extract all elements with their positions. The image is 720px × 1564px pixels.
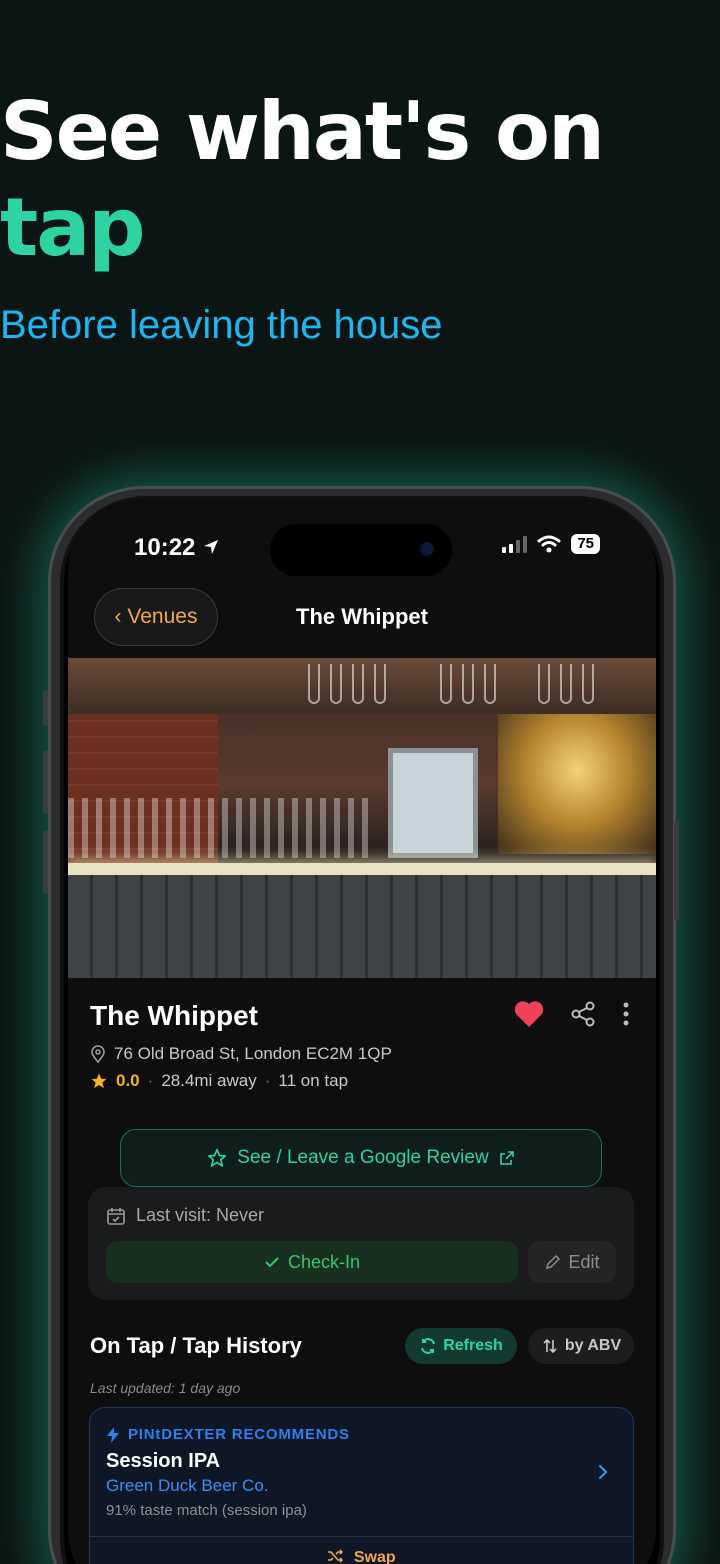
- last-visit: Last visit: Never: [106, 1205, 264, 1226]
- status-time: 10:22: [134, 534, 195, 562]
- divider: [90, 1536, 633, 1537]
- location-pin-icon: [91, 1045, 105, 1063]
- headline-accent: tap: [0, 181, 146, 274]
- status-indicators: 75: [502, 534, 600, 554]
- action-button: [43, 690, 48, 726]
- visit-card: Last visit: Never Check-In Edit: [88, 1187, 634, 1300]
- status-bar: 10:22 75: [68, 500, 656, 590]
- venue-rating: 0.0: [116, 1071, 140, 1090]
- venue-actions: [514, 1000, 630, 1028]
- swap-label: Swap: [353, 1549, 396, 1564]
- meta-separator: ·: [147, 1071, 154, 1090]
- time-text: 10:22: [134, 534, 196, 561]
- shuffle-icon: [328, 1549, 344, 1563]
- venue-address: 76 Old Broad St, London EC2M 1QP: [90, 1044, 392, 1064]
- share-icon[interactable]: [570, 1001, 596, 1027]
- meta-separator: ·: [264, 1071, 271, 1090]
- venue-meta: 0.0 · 28.4mi away · 11 on tap: [90, 1071, 348, 1091]
- promo-subheadline: Before leaving the house: [0, 303, 443, 347]
- last-updated: Last updated: 1 day ago: [90, 1380, 241, 1396]
- location-arrow-icon: [204, 540, 218, 554]
- calendar-icon: [107, 1207, 125, 1225]
- taste-match: 91% taste match (session ipa): [106, 1502, 307, 1519]
- bolt-icon: [107, 1426, 119, 1443]
- star-outline-icon: [208, 1148, 227, 1167]
- recommendation-label-text: PINtDEXTER RECOMMENDS: [128, 1426, 350, 1443]
- on-tap-section-title: On Tap / Tap History: [90, 1333, 302, 1358]
- pencil-icon: [546, 1254, 561, 1270]
- brewery-link[interactable]: Green Duck Beer Co.: [106, 1476, 269, 1496]
- sort-icon: [543, 1338, 557, 1354]
- recommendation-card[interactable]: PINtDEXTER RECOMMENDS Session IPA Green …: [89, 1407, 634, 1564]
- wifi-icon: [537, 535, 561, 553]
- volume-down-button: [43, 830, 48, 894]
- sort-label: by ABV: [564, 1337, 622, 1354]
- venue-name: The Whippet: [90, 1000, 258, 1031]
- last-visit-text: Last visit: Never: [136, 1205, 265, 1225]
- volume-up-button: [43, 750, 48, 814]
- check-in-label: Check-In: [287, 1251, 361, 1272]
- venue-photo: [68, 658, 656, 978]
- recommendation-label: PINtDEXTER RECOMMENDS: [106, 1426, 350, 1443]
- check-in-button[interactable]: Check-In: [106, 1241, 518, 1283]
- google-review-label: See / Leave a Google Review: [237, 1147, 489, 1168]
- phone-screen: 10:22 75 ‹ Venues The Whippet The Whippe…: [68, 500, 656, 1564]
- headline-text: See what's on: [0, 85, 605, 178]
- star-icon: [91, 1073, 107, 1089]
- battery-icon: 75: [571, 534, 600, 554]
- check-icon: [265, 1257, 279, 1268]
- beer-name: Session IPA: [106, 1450, 221, 1472]
- power-button: [674, 820, 679, 920]
- venue-on-tap-count: 11 on tap: [278, 1071, 349, 1090]
- refresh-label: Refresh: [443, 1337, 503, 1354]
- refresh-button[interactable]: Refresh: [405, 1328, 517, 1364]
- more-vertical-icon[interactable]: [622, 1001, 630, 1027]
- sort-button[interactable]: by ABV: [528, 1328, 634, 1364]
- camera-icon: [420, 542, 434, 556]
- edit-button[interactable]: Edit: [528, 1241, 616, 1283]
- refresh-icon: [421, 1338, 436, 1354]
- external-link-icon: [499, 1151, 514, 1165]
- promo-headline: See what's on tap: [0, 84, 720, 276]
- venue-distance: 28.4mi away: [161, 1071, 257, 1090]
- dynamic-island: [270, 524, 452, 576]
- heart-icon[interactable]: [514, 1000, 544, 1028]
- google-review-button[interactable]: See / Leave a Google Review: [120, 1129, 602, 1187]
- nav-title: The Whippet: [296, 604, 428, 629]
- address-text: 76 Old Broad St, London EC2M 1QP: [114, 1044, 392, 1063]
- swap-button[interactable]: Swap: [90, 1548, 633, 1564]
- chevron-right-icon[interactable]: [593, 1460, 613, 1484]
- edit-label: Edit: [568, 1251, 600, 1272]
- signal-icon: [502, 535, 528, 553]
